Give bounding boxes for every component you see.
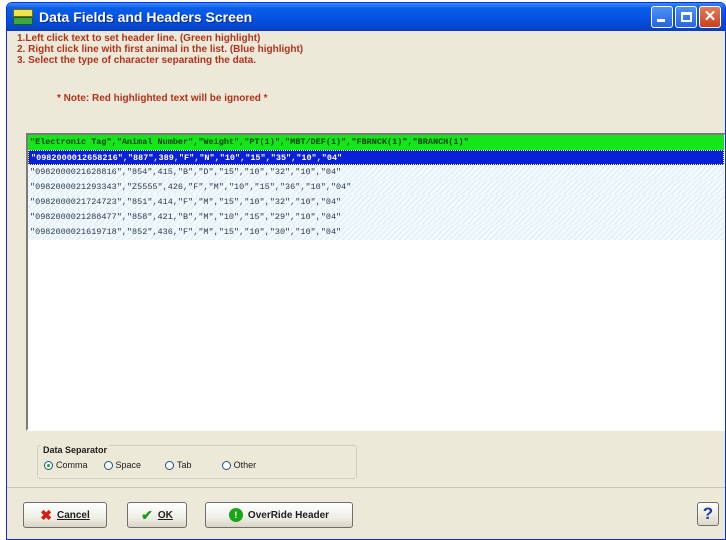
ok-button[interactable]: ✔ OK (127, 502, 187, 528)
ignore-note: * Note: Red highlighted text will be ign… (57, 93, 268, 104)
override-header-button[interactable]: ! OverRide Header (205, 502, 353, 528)
app-icon (13, 9, 33, 25)
list-item[interactable]: "0982000021619718","852",436,"F","M","15… (28, 225, 724, 240)
radio-label: Other (233, 460, 257, 470)
minimize-icon (657, 19, 665, 22)
check-mark-icon: ✔ (141, 506, 153, 523)
button-bar: ✖ Cancel ✔ OK ! OverRide Header ? (7, 487, 725, 539)
instruction-line-1: 1.Left click text to set header line. (G… (17, 33, 261, 44)
header-line-row[interactable]: "Electronic Tag","Animal Number","Weight… (28, 135, 724, 150)
radio-label: Space (115, 460, 142, 470)
override-header-label: OverRide Header (247, 509, 330, 521)
data-fields-headers-window: Data Fields and Headers Screen ✕ 1.Left … (6, 2, 726, 540)
instructions: 1.Left click text to set header line. (G… (17, 33, 303, 66)
data-separator-label: Data Separator (41, 445, 110, 455)
minimize-button[interactable] (651, 6, 673, 28)
instruction-line-3: 3. Select the type of character separati… (17, 55, 256, 66)
separator-comma-radio[interactable]: Comma (44, 460, 88, 470)
cancel-button[interactable]: ✖ Cancel (23, 502, 107, 528)
x-mark-icon: ✖ (40, 506, 52, 523)
separator-other-radio[interactable]: Other (221, 460, 257, 470)
data-separator-group: Data Separator Comma Space Tab Other (37, 445, 357, 479)
separator-tab-radio[interactable]: Tab (165, 460, 192, 470)
close-icon: ✕ (703, 8, 717, 25)
radio-icon (221, 460, 231, 470)
maximize-icon (681, 12, 692, 22)
list-item[interactable]: "0982000021293343","Z5555",426,"F","M","… (28, 180, 724, 195)
list-item[interactable]: "0982000021288477","858",421,"B","M","10… (28, 210, 724, 225)
maximize-button[interactable] (675, 6, 697, 28)
cancel-label: Cancel (56, 509, 90, 521)
list-item[interactable]: "0982000021724723","851",414,"F","M","15… (28, 195, 724, 210)
title-bar[interactable]: Data Fields and Headers Screen ✕ (7, 3, 725, 31)
data-list[interactable]: "Electronic Tag","Animal Number","Weight… (26, 133, 725, 431)
close-button[interactable]: ✕ (699, 6, 721, 28)
radio-icon (103, 460, 113, 470)
instruction-line-2: 2. Right click line with first animal in… (17, 44, 304, 55)
list-item[interactable]: "0982000021628816","854",415,"B","D","15… (28, 165, 724, 180)
radio-label: Tab (177, 460, 192, 470)
separator-space-radio[interactable]: Space (103, 460, 142, 470)
radio-icon (165, 460, 175, 470)
ok-label: OK (157, 509, 173, 521)
radio-label: Comma (56, 460, 88, 470)
first-animal-row[interactable]: "0982000012658216","887",389,"F","N","10… (28, 150, 724, 165)
window-title: Data Fields and Headers Screen (39, 9, 253, 25)
override-header-icon: ! (228, 508, 243, 522)
help-button[interactable]: ? (697, 502, 719, 526)
radio-selected-icon (44, 460, 53, 470)
